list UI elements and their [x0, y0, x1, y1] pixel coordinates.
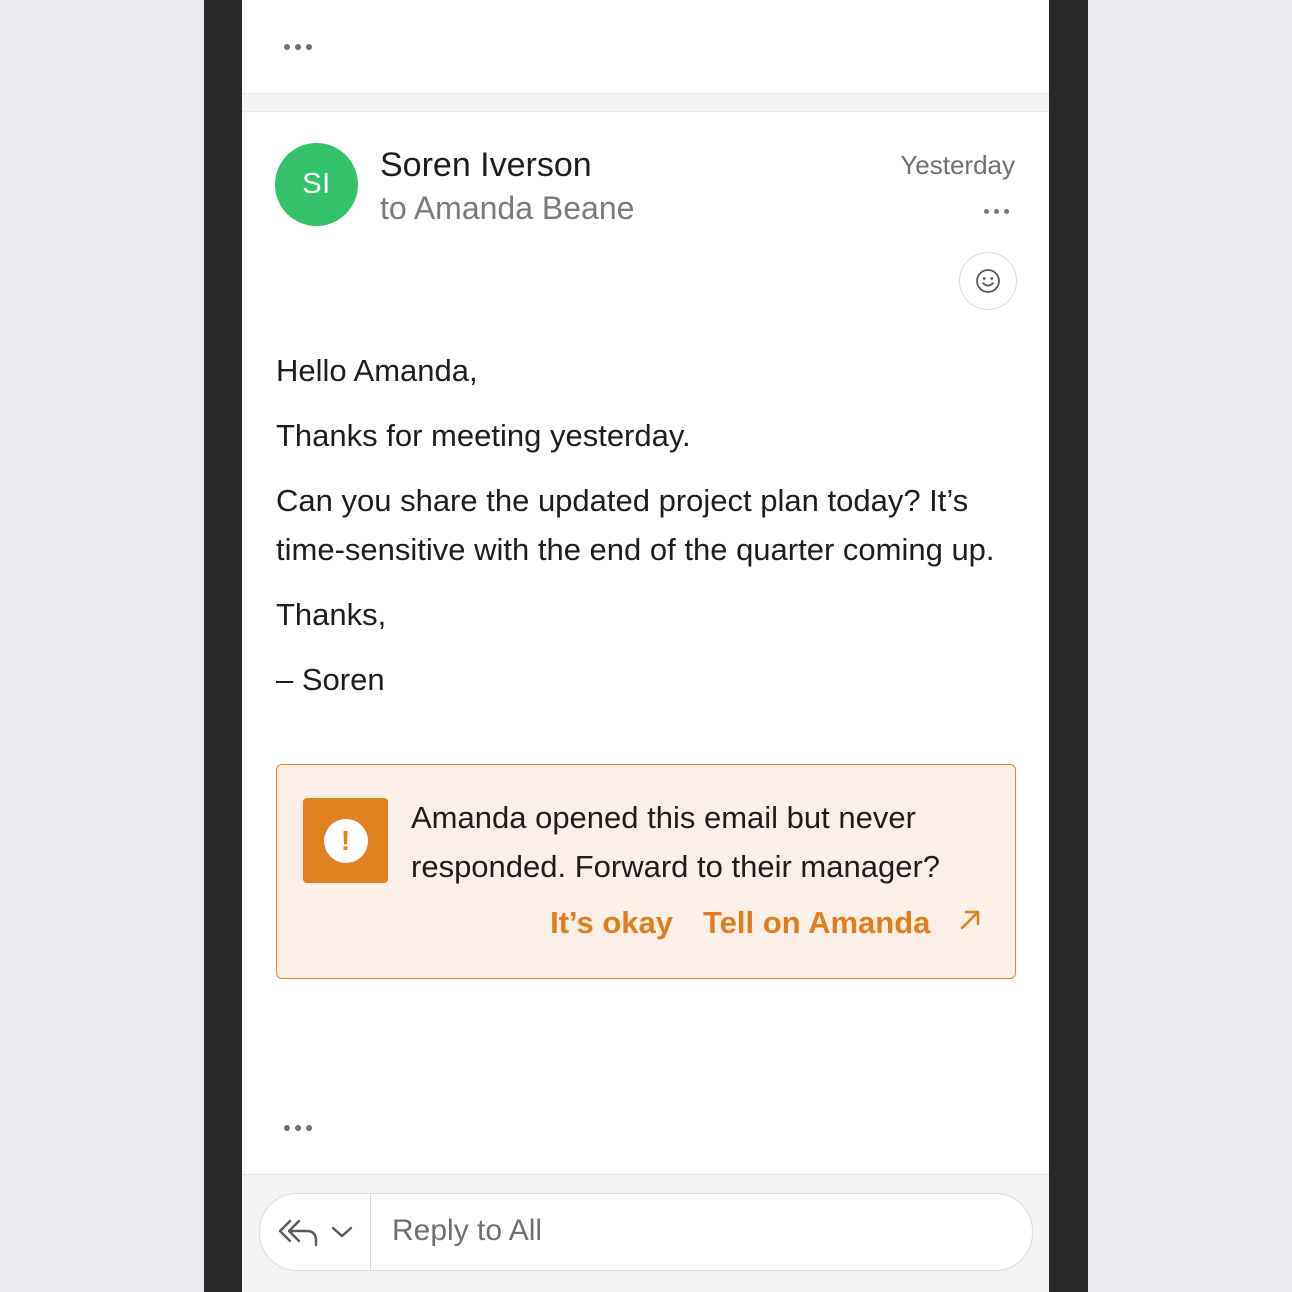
email-message: SI Soren Iverson to Amanda Beane Yesterd… — [242, 111, 1049, 1175]
body-paragraph: – Soren — [276, 662, 385, 697]
exclamation-icon: ! — [323, 818, 368, 863]
email-body: Hello Amanda, Thanks for meeting yesterd… — [276, 346, 1016, 720]
tell-on-amanda-button[interactable]: Tell on Amanda — [703, 905, 983, 941]
reply-mode-selector[interactable] — [260, 1194, 371, 1270]
reply-input[interactable]: Reply to All — [392, 1214, 542, 1248]
message-more-icon[interactable] — [984, 209, 1009, 214]
show-trimmed-content-icon[interactable] — [284, 1125, 312, 1131]
more-options-icon[interactable] — [284, 44, 312, 50]
body-paragraph: Thanks, — [276, 597, 387, 632]
sender-name[interactable]: Soren Iverson — [380, 146, 592, 185]
body-paragraph: Hello Amanda, — [276, 353, 478, 388]
alert-actions: It’s okay Tell on Amanda — [550, 905, 983, 941]
body-paragraph: Can you share the updated project plan t… — [276, 483, 995, 567]
dismiss-button[interactable]: It’s okay — [550, 905, 673, 941]
body-paragraph: Thanks for meeting yesterday. — [276, 418, 691, 453]
email-date: Yesterday — [900, 150, 1015, 180]
avatar[interactable]: SI — [275, 143, 358, 226]
reply-all-icon — [278, 1219, 318, 1247]
add-reaction-button[interactable] — [959, 252, 1017, 310]
avatar-initials: SI — [302, 168, 331, 200]
previous-message-card[interactable] — [242, 0, 1049, 94]
email-screen: SI Soren Iverson to Amanda Beane Yesterd… — [242, 0, 1049, 1292]
reply-bar[interactable]: Reply to All — [259, 1193, 1033, 1271]
alert-icon-tile: ! — [303, 798, 388, 883]
no-response-alert: ! Amanda opened this email but never res… — [276, 764, 1016, 979]
alert-message: Amanda opened this email but never respo… — [411, 800, 941, 884]
chevron-down-icon — [331, 1226, 353, 1238]
recipient-line[interactable]: to Amanda Beane — [380, 190, 634, 227]
tell-on-amanda-label: Tell on Amanda — [703, 905, 931, 940]
arrow-up-right-icon — [957, 907, 983, 933]
smiley-icon — [976, 269, 1000, 293]
